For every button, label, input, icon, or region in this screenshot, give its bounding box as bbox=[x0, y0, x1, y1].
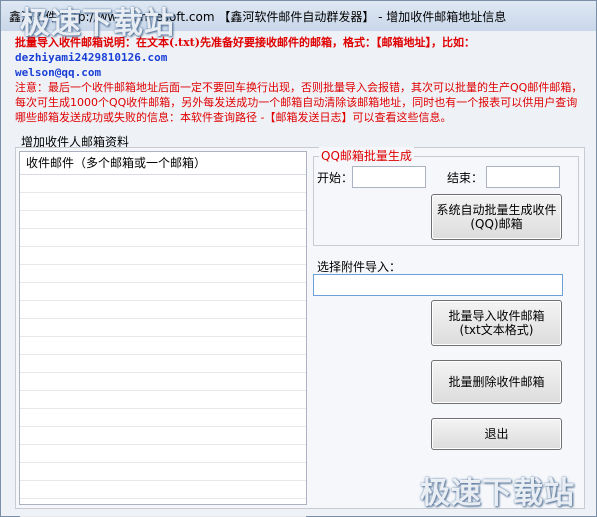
import-instructions: 批量导入收件邮箱说明：在文本(.txt)先准备好要接收邮件的邮箱，格式：【邮箱地… bbox=[15, 35, 585, 127]
notice-note: 注意：最后一个收件邮箱地址后面一定不要回车换行出现，否则批量导入会报错，其次可以… bbox=[15, 81, 583, 124]
end-label: 结束： bbox=[447, 171, 484, 185]
list-item[interactable] bbox=[20, 445, 306, 463]
start-label: 开始： bbox=[317, 171, 354, 185]
attachment-input[interactable] bbox=[313, 274, 563, 296]
end-input[interactable] bbox=[486, 166, 560, 188]
list-column-header[interactable]: 收件邮件（多个邮箱或一个邮箱） bbox=[20, 152, 306, 175]
list-item[interactable] bbox=[20, 355, 306, 373]
list-item[interactable] bbox=[20, 265, 306, 283]
batch-delete-button[interactable]: 批量删除收件邮箱 bbox=[431, 360, 562, 404]
attachment-label: 选择附件导入： bbox=[317, 260, 402, 274]
recipient-email-list[interactable]: 收件邮件（多个邮箱或一个邮箱） bbox=[19, 151, 307, 517]
list-item[interactable] bbox=[20, 283, 306, 301]
import-btn-line2: (txt文本格式) bbox=[459, 323, 534, 337]
dialog-window: 鑫河软件 http://www.xinhesoft.com 【鑫河软件邮件自动群… bbox=[0, 0, 597, 517]
list-item[interactable] bbox=[20, 427, 306, 445]
start-input[interactable] bbox=[352, 166, 426, 188]
list-item[interactable] bbox=[20, 391, 306, 409]
list-item[interactable] bbox=[20, 409, 306, 427]
list-item[interactable] bbox=[20, 373, 306, 391]
qq-batch-legend: QQ邮箱批量生成 bbox=[319, 147, 414, 164]
import-btn-line1: 批量导入收件邮箱 bbox=[448, 309, 545, 323]
batch-import-button[interactable]: 批量导入收件邮箱 (txt文本格式) bbox=[431, 300, 562, 346]
list-item[interactable] bbox=[20, 229, 306, 247]
watermark-bottom: 极速下载站 bbox=[420, 476, 575, 511]
generate-qq-emails-button[interactable]: 系统自动批量生成收件 (QQ)邮箱 bbox=[431, 194, 562, 240]
example-email-2: welson@qq.com bbox=[15, 66, 102, 79]
list-item[interactable] bbox=[20, 193, 306, 211]
watermark-top: 极速下载站 bbox=[20, 6, 175, 41]
generate-btn-line1: 系统自动批量生成收件 bbox=[436, 203, 557, 217]
example-email-1: dezhiyami2429810126.com bbox=[15, 51, 168, 64]
exit-button[interactable]: 退出 bbox=[431, 418, 562, 450]
list-item[interactable] bbox=[20, 499, 306, 517]
list-item[interactable] bbox=[20, 301, 306, 319]
list-item[interactable] bbox=[20, 463, 306, 481]
list-item[interactable] bbox=[20, 319, 306, 337]
list-item[interactable] bbox=[20, 481, 306, 499]
list-rows bbox=[20, 175, 306, 517]
list-item[interactable] bbox=[20, 337, 306, 355]
delete-btn-label: 批量删除收件邮箱 bbox=[448, 375, 545, 389]
list-item[interactable] bbox=[20, 175, 306, 193]
generate-btn-line2: (QQ)邮箱 bbox=[470, 217, 523, 231]
list-item[interactable] bbox=[20, 247, 306, 265]
exit-btn-label: 退出 bbox=[484, 427, 509, 441]
list-item[interactable] bbox=[20, 211, 306, 229]
